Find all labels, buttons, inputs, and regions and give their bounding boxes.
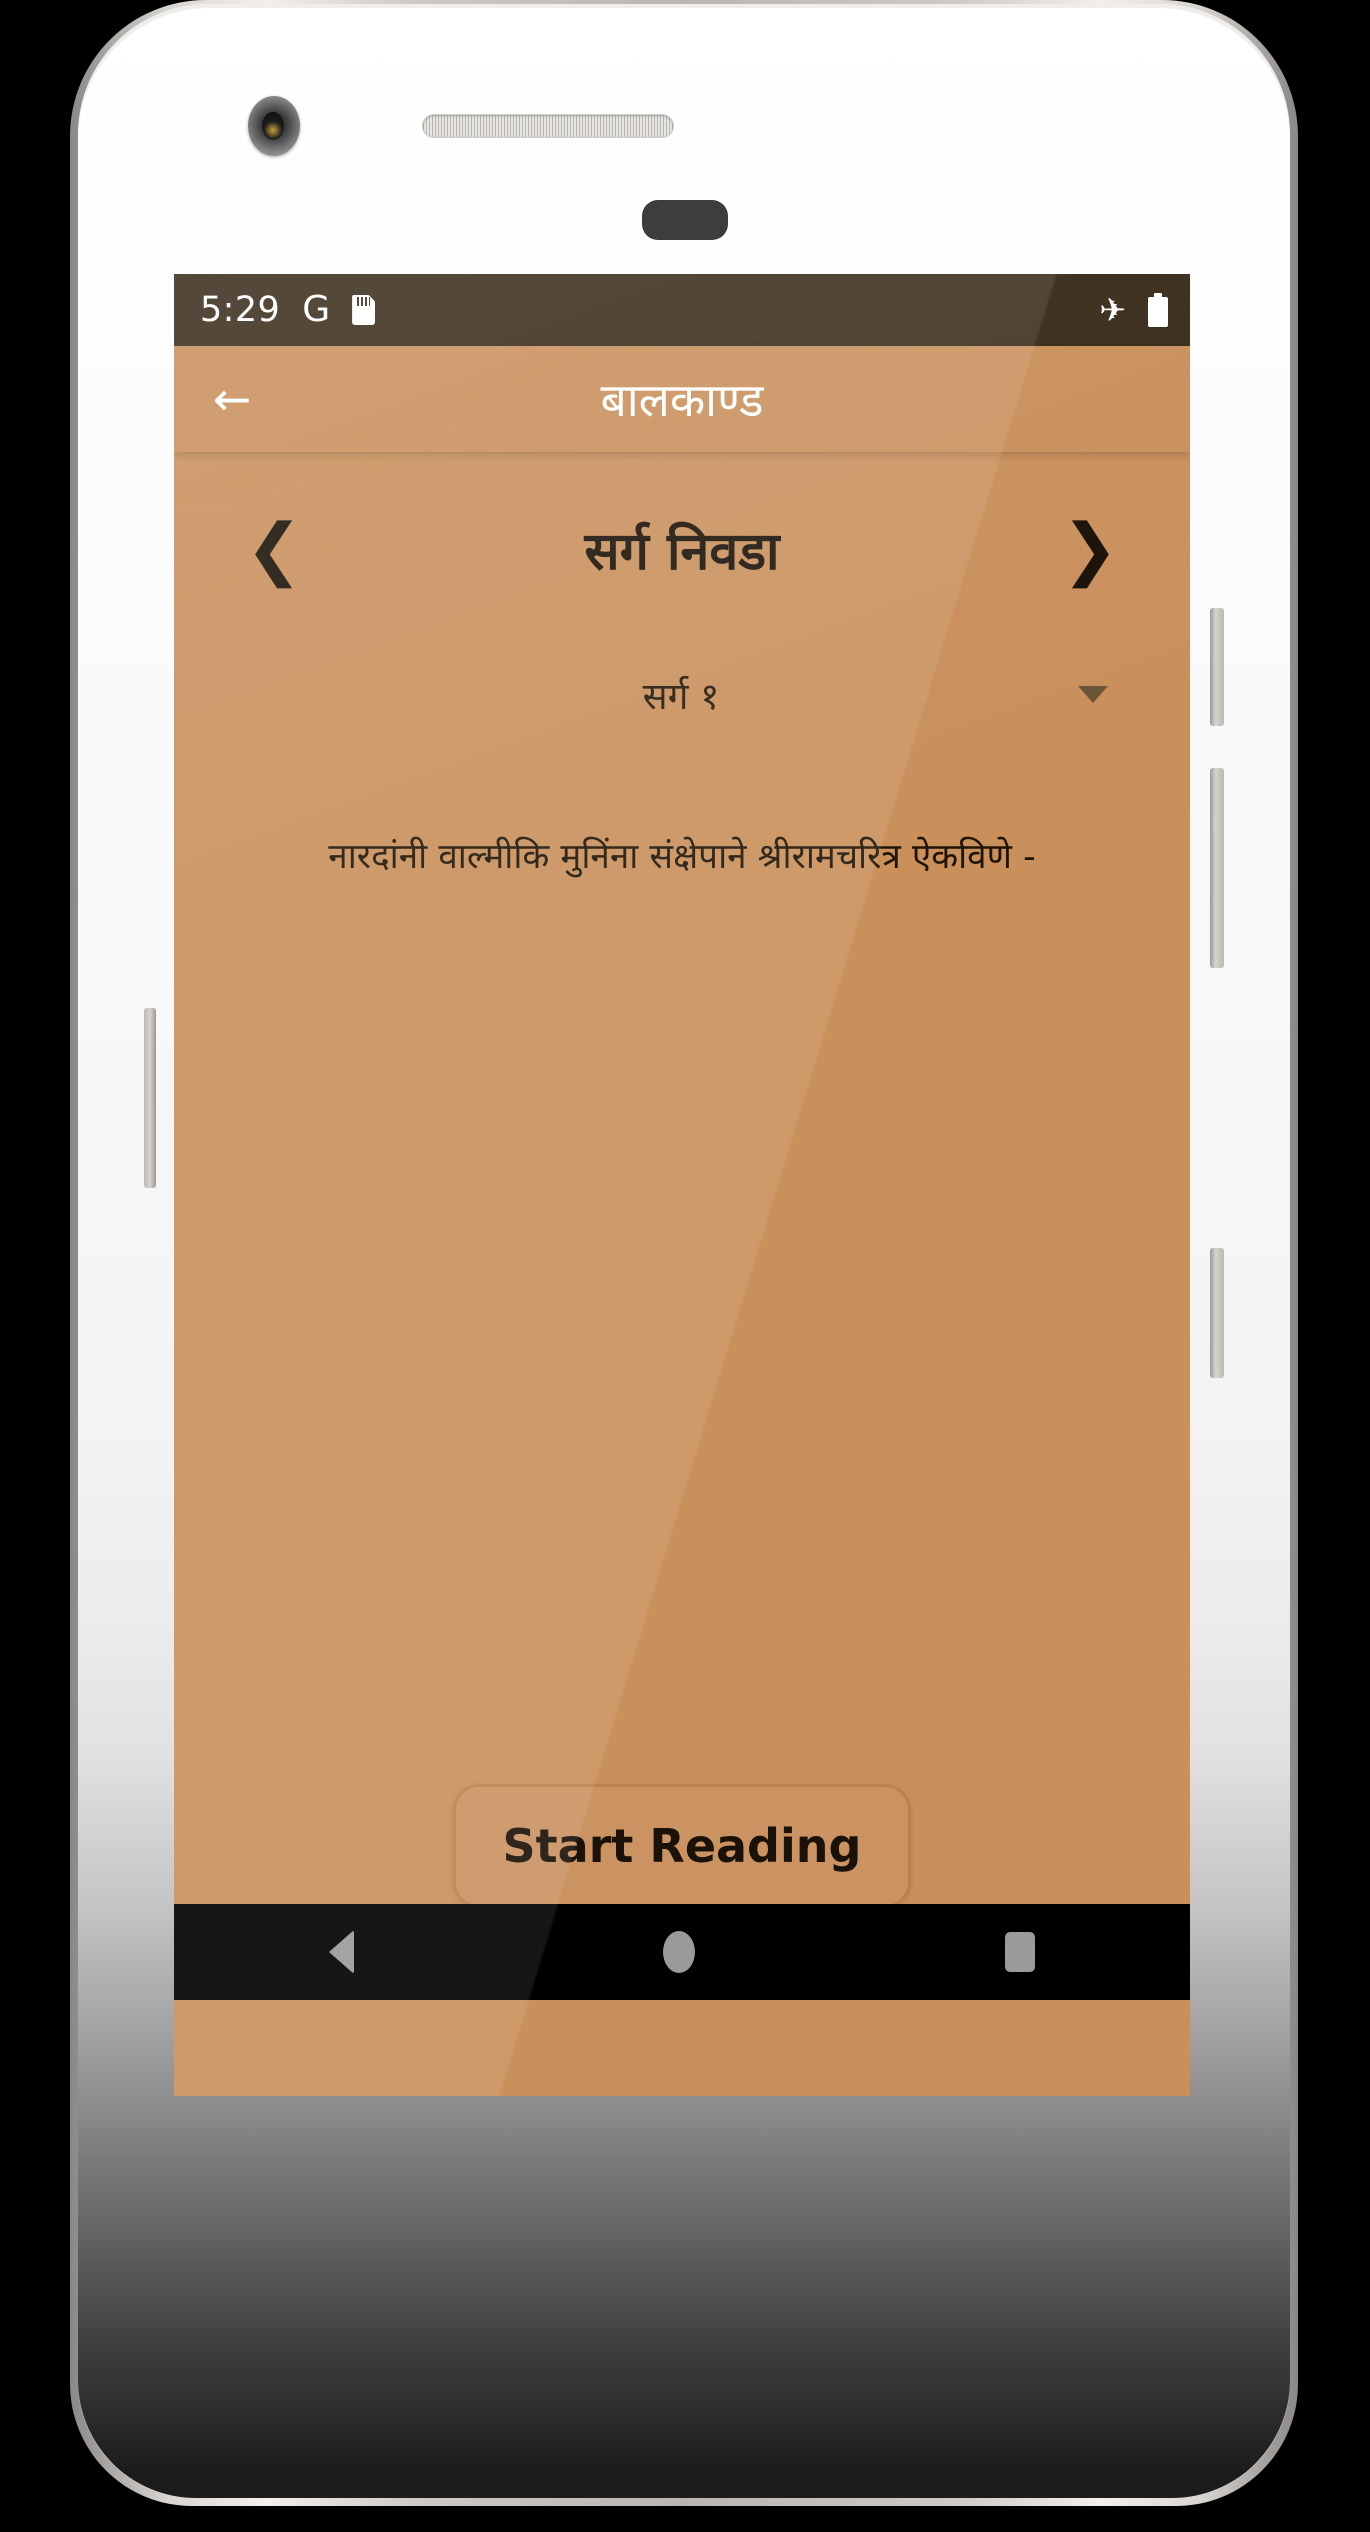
nav-home-circle-icon[interactable] xyxy=(663,1931,696,1973)
google-icon: G xyxy=(302,289,331,330)
sarga-navigator: ❮ सर्ग निवडा ❯ xyxy=(208,452,1156,585)
sarga-description: नारदांनी वाल्मीकि मुनिंना संक्षेपाने श्र… xyxy=(328,837,1036,877)
sd-card-icon xyxy=(352,295,376,325)
previous-chevron-icon[interactable]: ❮ xyxy=(236,515,312,584)
power-button[interactable] xyxy=(1210,608,1224,726)
battery-icon xyxy=(1148,293,1168,327)
section-title: सर्ग निवडा xyxy=(584,522,780,582)
back-arrow-icon[interactable]: ← xyxy=(202,369,262,429)
left-side-button[interactable] xyxy=(144,1008,156,1188)
start-reading-button[interactable]: Start Reading xyxy=(453,1784,911,1908)
app-bar: ← बालकाण्ड xyxy=(174,346,1190,452)
airplane-mode-icon: ✈ xyxy=(1099,291,1126,329)
sarga-select-value: सर्ग १ xyxy=(642,675,720,718)
proximity-sensor-icon xyxy=(642,200,728,240)
start-reading-button-wrap: Start Reading xyxy=(174,1784,1190,1908)
status-bar-clock: 5:29 xyxy=(200,289,281,330)
nav-recents-square-icon[interactable] xyxy=(1005,1932,1036,1972)
page-title: बालकाण्ड xyxy=(600,373,764,427)
chevron-down-icon xyxy=(1078,686,1108,703)
status-bar: 5:29 G ✈ xyxy=(174,274,1190,346)
screenshot-stage: 5:29 G ✈ ← बालकाण्ड ❮ सर्ग निवडा ❯ सर्ग … xyxy=(0,0,1370,2532)
next-chevron-icon[interactable]: ❯ xyxy=(1052,515,1128,584)
phone-screen: 5:29 G ✈ ← बालकाण्ड ❮ सर्ग निवडा ❯ सर्ग … xyxy=(174,274,1190,2096)
volume-button[interactable] xyxy=(1210,768,1224,968)
front-camera-icon xyxy=(248,96,300,156)
earpiece-speaker-icon xyxy=(422,114,674,138)
sarga-select-dropdown[interactable]: सर्ग १ xyxy=(250,669,1114,734)
nav-back-triangle-icon[interactable] xyxy=(328,1930,354,1974)
main-content: ❮ सर्ग निवडा ❯ सर्ग १ नारदांनी वाल्मीकि … xyxy=(174,452,1190,2000)
android-navigation-bar xyxy=(174,1904,1190,2000)
volume-button-secondary[interactable] xyxy=(1210,1248,1224,1378)
phone-device-frame: 5:29 G ✈ ← बालकाण्ड ❮ सर्ग निवडा ❯ सर्ग … xyxy=(78,8,1290,2498)
status-bar-left: 5:29 G xyxy=(200,289,376,330)
status-bar-right: ✈ xyxy=(1099,293,1168,327)
